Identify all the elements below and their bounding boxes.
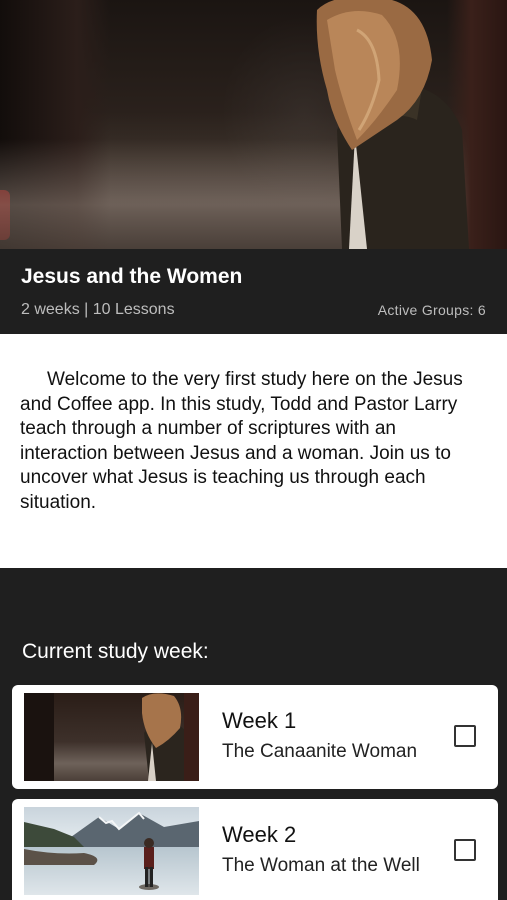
week-2-thumbnail: [24, 807, 199, 895]
study-hero-image: [0, 0, 507, 249]
week-1-thumbnail: [24, 693, 199, 781]
week-label: Week 1: [222, 708, 297, 733]
week-card[interactable]: Week 2 The Woman at the Well: [12, 799, 498, 900]
study-duration: 2 weeks | 10 Lessons: [21, 301, 175, 318]
active-groups-count[interactable]: Active Groups: 6: [378, 302, 486, 318]
study-title: Jesus and the Women: [21, 265, 243, 288]
week-subtitle: The Woman at the Well: [222, 855, 420, 876]
study-description: Welcome to the very first study here on …: [20, 369, 463, 513]
current-week-heading: Current study week:: [22, 640, 209, 663]
week-label: Week 2: [222, 822, 297, 847]
week-1-checkbox[interactable]: [454, 725, 476, 747]
study-description-panel: Welcome to the very first study here on …: [0, 334, 507, 568]
study-header: Jesus and the Women 2 weeks | 10 Lessons…: [0, 249, 507, 334]
week-1-text: Week 1 The Canaanite Woman: [222, 707, 417, 765]
week-card[interactable]: Week 1 The Canaanite Woman: [12, 685, 498, 789]
week-subtitle: The Canaanite Woman: [222, 741, 418, 762]
week-2-checkbox[interactable]: [454, 839, 476, 861]
week-list-section: Current study week: Week 1 The Canaanite…: [0, 568, 507, 900]
hero-woman-figure: [297, 0, 477, 249]
week-2-text: Week 2 The Woman at the Well: [222, 821, 420, 879]
study-meta-row: 2 weeks | 10 Lessons Active Groups: 6: [21, 301, 486, 319]
